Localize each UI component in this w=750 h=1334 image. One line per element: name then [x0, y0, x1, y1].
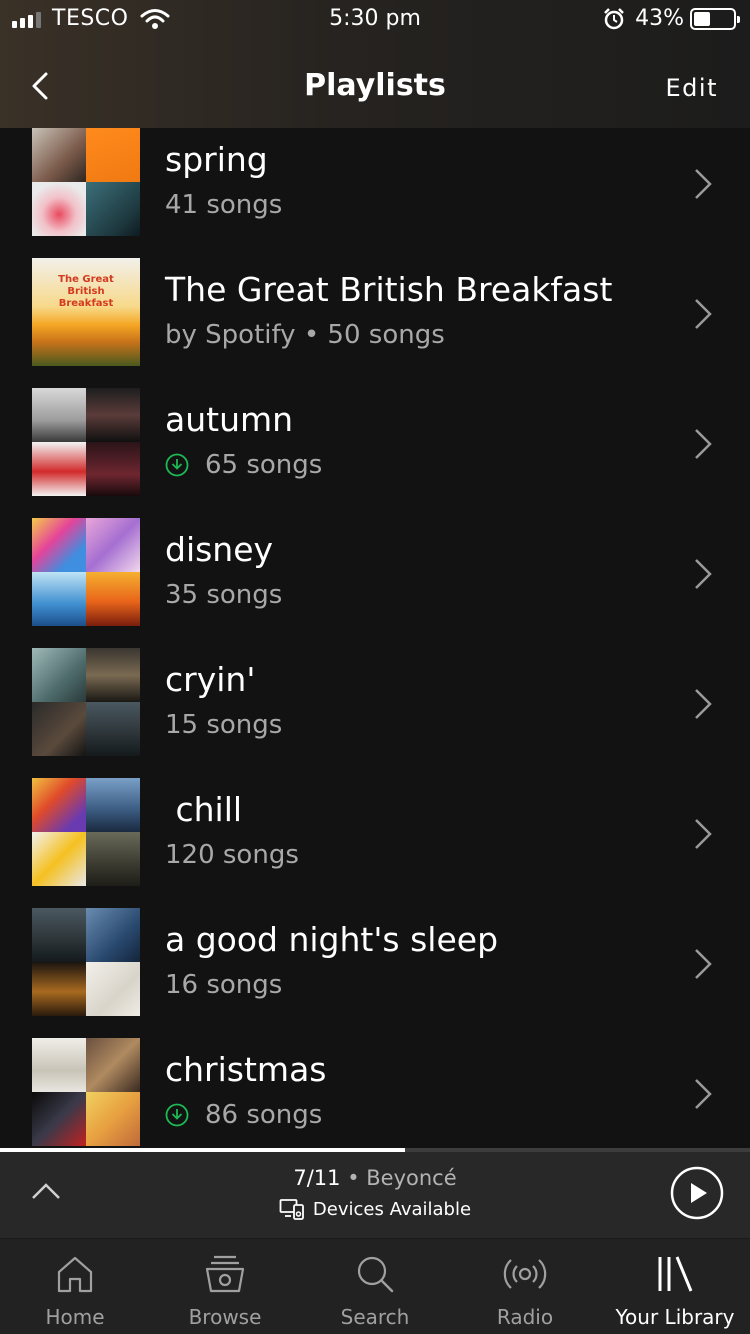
tab-browse-label: Browse: [188, 1305, 262, 1329]
playlist-subtitle: by Spotify • 50 songs: [165, 320, 445, 350]
playlist-row[interactable]: cryin' 15 songs: [0, 648, 750, 778]
now-playing-artist: Beyoncé: [366, 1166, 457, 1190]
playlist-subtitle: 41 songs: [165, 190, 283, 220]
playlist-title: disney: [165, 530, 274, 569]
edit-button[interactable]: Edit: [666, 74, 718, 102]
now-playing-info: 7/11 • Beyoncé: [0, 1166, 750, 1190]
chevron-right-icon: [695, 169, 712, 199]
cover-title-text: The Great British Breakfast: [58, 274, 114, 309]
playlist-row[interactable]: spring 41 songs: [0, 128, 750, 258]
downloaded-icon: [165, 1103, 189, 1127]
chevron-right-icon: [695, 429, 712, 459]
playlist-title: The Great British Breakfast: [165, 270, 613, 309]
playlist-row[interactable]: chill 120 songs: [0, 778, 750, 908]
status-bar: TESCO 5:30 pm 43%: [0, 0, 750, 40]
tab-radio-label: Radio: [496, 1305, 554, 1329]
tab-browse[interactable]: Browse: [150, 1239, 300, 1334]
devices-available[interactable]: Devices Available: [0, 1198, 750, 1225]
playlist-cover: [32, 128, 140, 236]
chevron-right-icon: [695, 819, 712, 849]
playlist-subtitle: 35 songs: [165, 580, 283, 610]
playlist-cover: [32, 518, 140, 626]
playlist-subtitle: 86 songs: [205, 1100, 323, 1130]
playlist-title: cryin': [165, 660, 256, 699]
chevron-right-icon: [695, 1079, 712, 1109]
tab-search[interactable]: Search: [300, 1239, 450, 1334]
tab-radio[interactable]: Radio: [450, 1239, 600, 1334]
home-icon: [57, 1256, 93, 1293]
playlist-cover: [32, 1038, 140, 1146]
battery-percent: 43%: [635, 6, 684, 31]
alarm-icon: [604, 7, 624, 29]
playlist-cover: [32, 648, 140, 756]
playlist-title: christmas: [165, 1050, 327, 1089]
playlists-screen: Playlists Edit TESCO 5:30 pm 43% spring …: [0, 0, 750, 1334]
chevron-right-icon: [695, 299, 712, 329]
playlist-cover: [32, 908, 140, 1016]
playlist-cover: The Great British Breakfast: [32, 258, 140, 366]
playlist-title: autumn: [165, 400, 294, 439]
playlist-row[interactable]: autumn 65 songs: [0, 388, 750, 518]
devices-icon: [279, 1199, 304, 1220]
chevron-right-icon: [695, 689, 712, 719]
radio-icon: [503, 1259, 547, 1289]
tab-home-label: Home: [45, 1305, 105, 1329]
playlist-title: spring: [165, 140, 268, 179]
playlist-cover: [32, 778, 140, 886]
playlist-title: chill: [165, 790, 243, 829]
playlist-row[interactable]: disney 35 songs: [0, 518, 750, 648]
playlist-row[interactable]: christmas 86 songs: [0, 1038, 750, 1150]
playlist-list: spring 41 songs The Great British Breakf…: [0, 128, 750, 1150]
downloaded-icon: [165, 453, 189, 477]
search-icon: [357, 1256, 394, 1293]
chevron-right-icon: [695, 949, 712, 979]
playlist-title: a good night's sleep: [165, 920, 499, 959]
playlist-subtitle: 120 songs: [165, 840, 299, 870]
playlist-subtitle: 16 songs: [165, 970, 283, 1000]
tab-bar: Home Browse Search Radio Your Library: [0, 1238, 750, 1334]
page-title: Playlists: [304, 68, 446, 103]
tab-search-label: Search: [340, 1305, 410, 1329]
battery-icon: [690, 7, 740, 30]
playlist-cover: [32, 388, 140, 496]
devices-label: Devices Available: [312, 1198, 472, 1220]
tab-your-library-label: Your Library: [615, 1305, 735, 1329]
tab-home[interactable]: Home: [0, 1239, 150, 1334]
now-playing-track: 7/11: [293, 1166, 341, 1190]
library-icon: [658, 1256, 693, 1292]
tab-your-library[interactable]: Your Library: [600, 1239, 750, 1334]
chevron-right-icon: [695, 559, 712, 589]
browse-icon: [205, 1255, 245, 1293]
play-button-icon[interactable]: [670, 1166, 724, 1220]
playlist-row[interactable]: a good night's sleep 16 songs: [0, 908, 750, 1038]
mini-player[interactable]: 7/11 • Beyoncé Devices Available: [0, 1152, 750, 1238]
playlist-subtitle: 15 songs: [165, 710, 283, 740]
playlist-row[interactable]: The Great British Breakfast The Great Br…: [0, 258, 750, 388]
now-playing-separator: •: [340, 1166, 367, 1190]
playlist-subtitle: 65 songs: [205, 450, 323, 480]
